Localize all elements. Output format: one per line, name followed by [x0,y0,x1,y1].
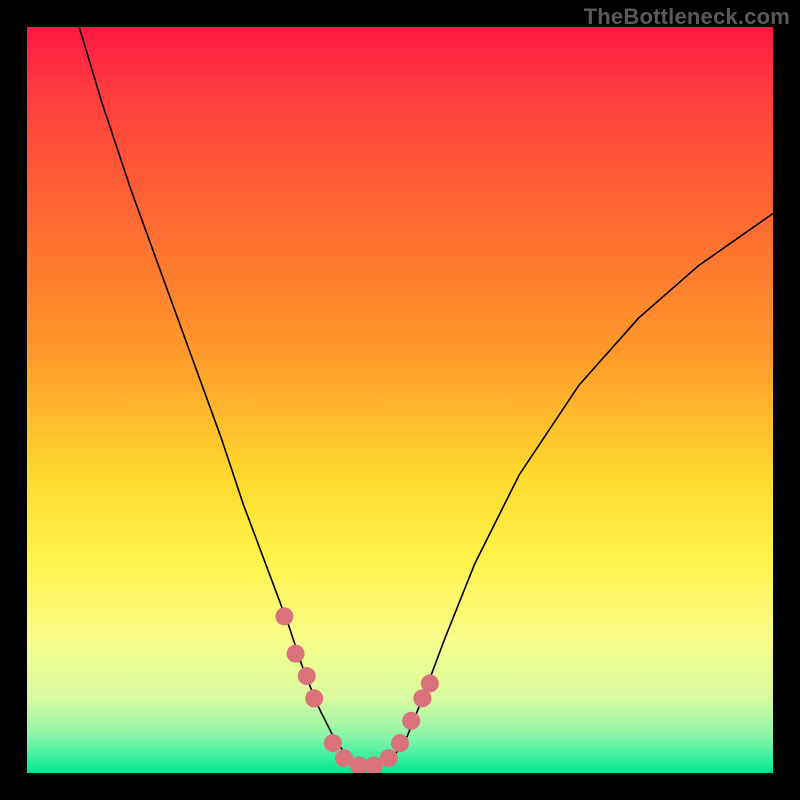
valley-marker [275,607,293,625]
valley-marker [298,667,316,685]
valley-marker [421,674,439,692]
chart-plot-area [27,27,773,773]
valley-marker [380,749,398,767]
valley-marker [402,712,420,730]
chart-frame: TheBottleneck.com [0,0,800,800]
valley-marker [391,734,409,752]
valley-marker [324,734,342,752]
chart-svg [27,27,773,773]
chart-valley-markers [275,607,438,773]
watermark-text: TheBottleneck.com [584,4,790,30]
valley-marker [305,689,323,707]
chart-curve [79,27,773,767]
valley-marker [287,645,305,663]
